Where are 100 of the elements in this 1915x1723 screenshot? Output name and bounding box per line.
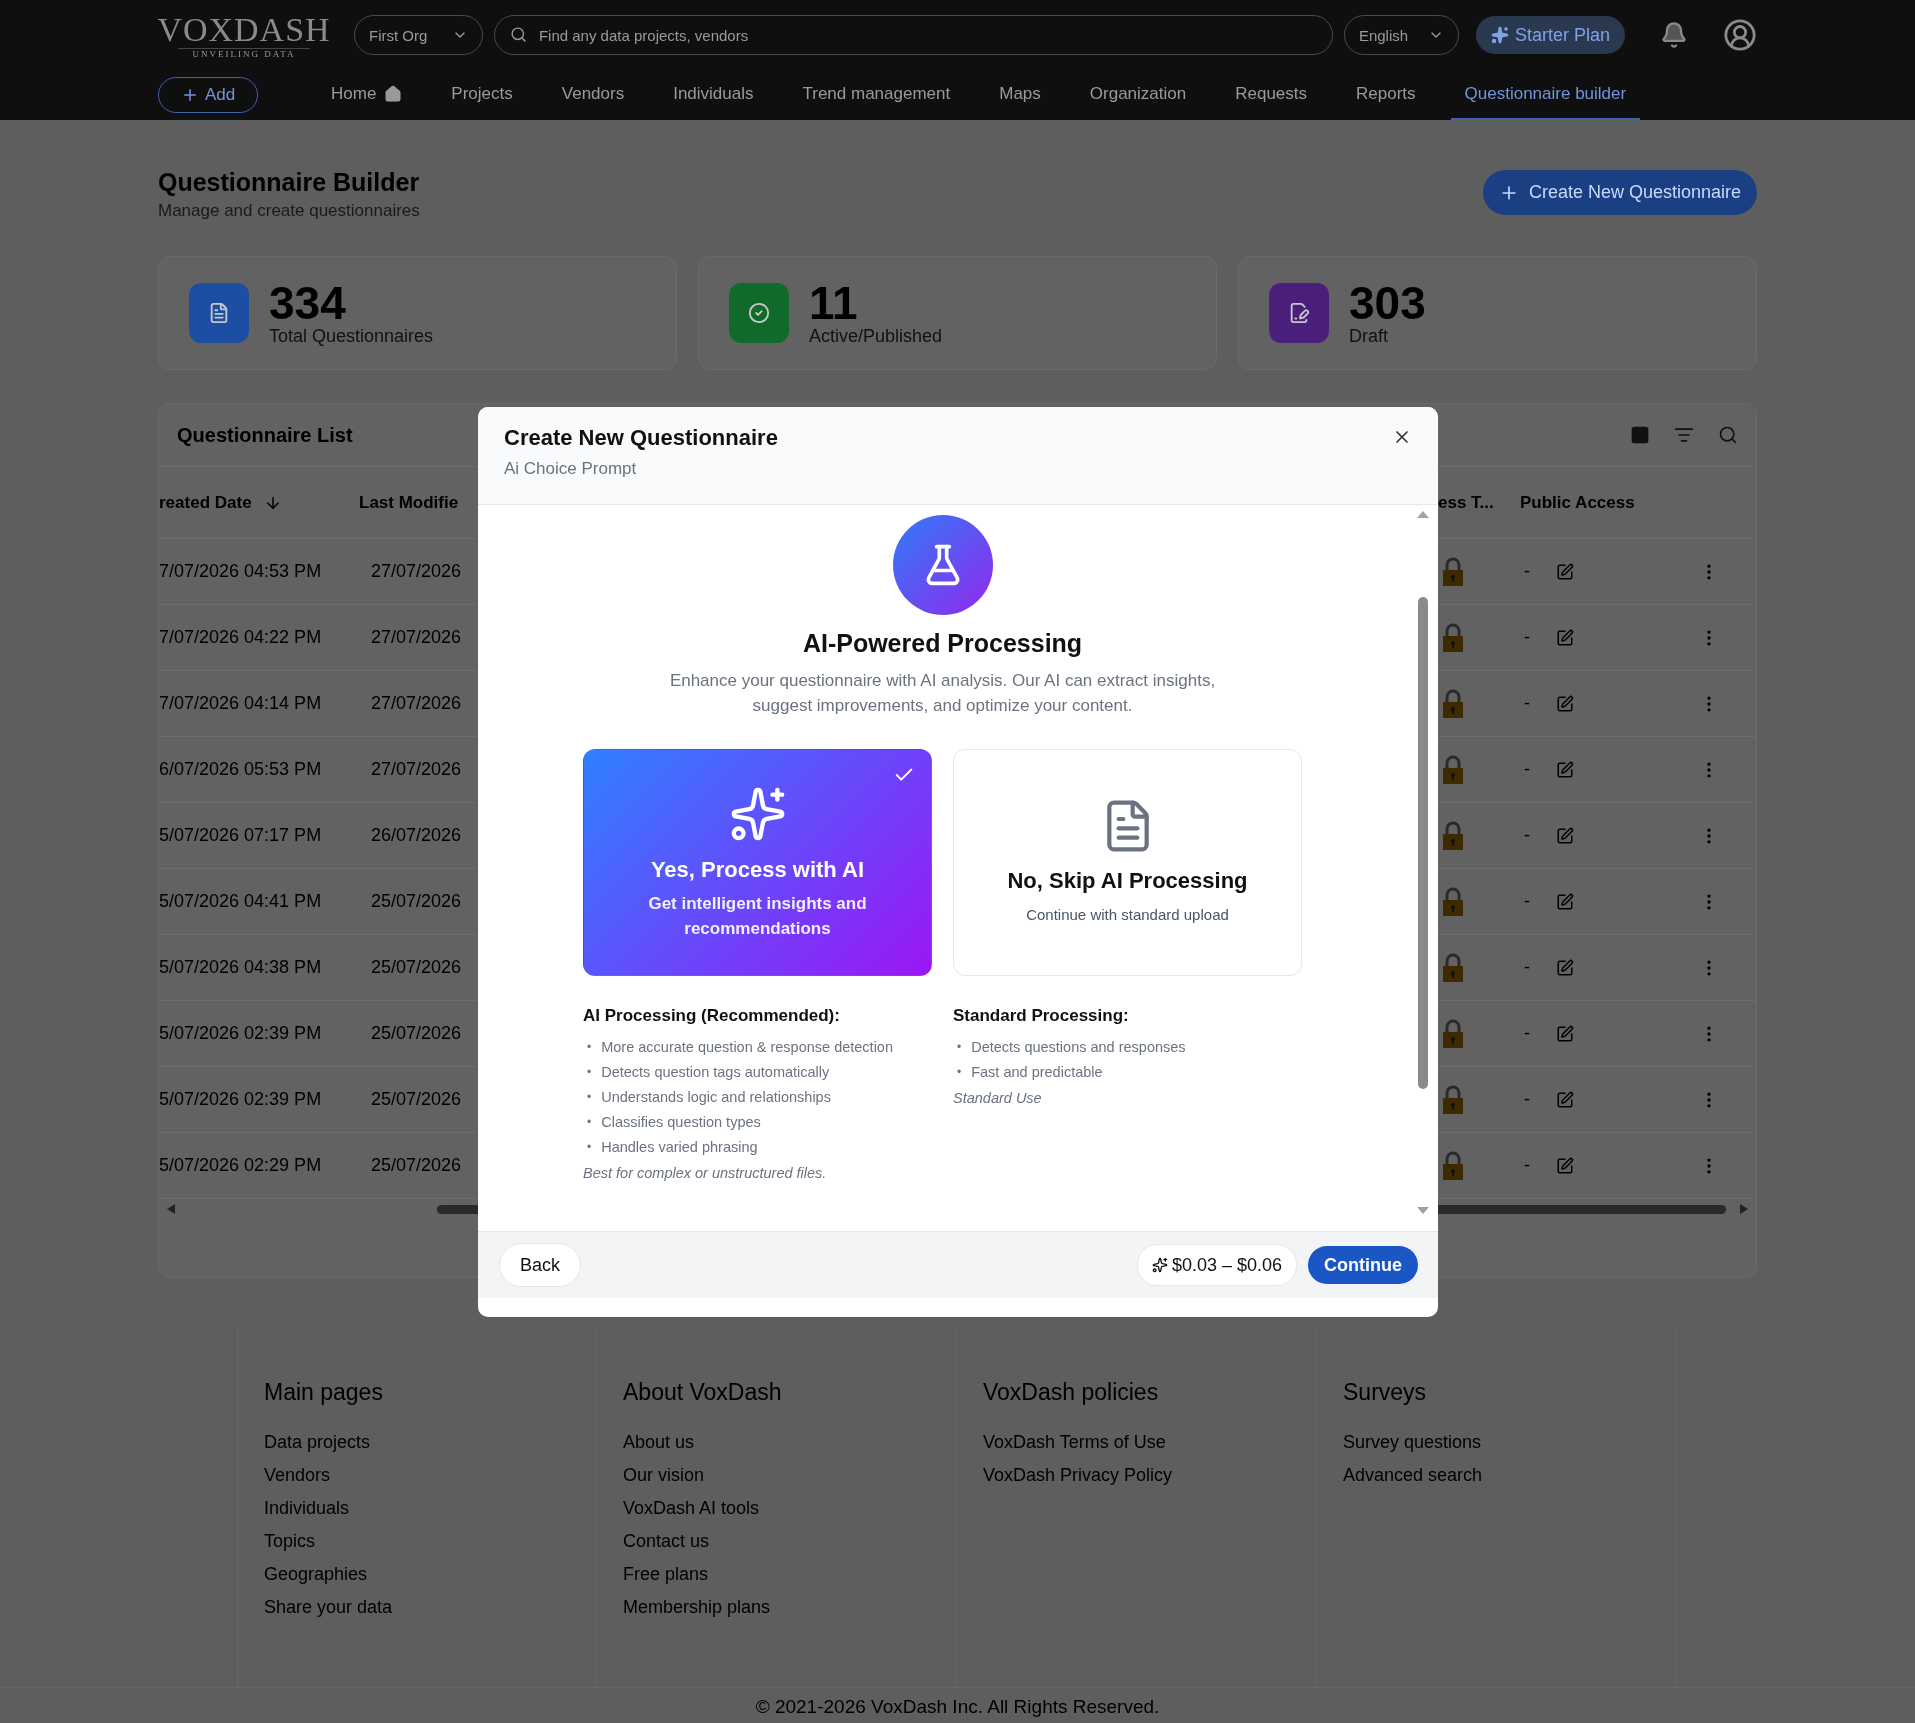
home-icon — [384, 85, 403, 103]
edit-icon[interactable] — [1556, 1090, 1574, 1109]
details-item: Classifies question types — [601, 1112, 761, 1131]
nav-link[interactable]: Home — [331, 70, 403, 120]
footer-link[interactable]: VoxDash AI tools — [623, 1492, 760, 1525]
footer-link[interactable]: Data projects — [264, 1426, 371, 1459]
footer-heading: Surveys — [1343, 1379, 1428, 1406]
footer-link[interactable]: Our vision — [623, 1459, 705, 1492]
nav-link[interactable]: Requests — [1235, 70, 1308, 120]
nav-link[interactable]: Individuals — [673, 70, 754, 120]
table-cell: 27/07/2026 — [371, 759, 462, 780]
lock-icon — [1442, 1150, 1464, 1181]
footer-link[interactable]: Vendors — [264, 1459, 331, 1492]
modal-description: Enhance your questionnaire with AI analysis. Our AI can extract insights, suggest improvements, and optimize your content. — [668, 670, 1217, 717]
edit-icon[interactable] — [1556, 1156, 1574, 1175]
logo-tagline: UNVEILING DATA — [178, 47, 310, 59]
edit-document-icon — [1288, 302, 1310, 324]
option-card[interactable]: No, Skip AI Processing Continue with standard upload — [953, 749, 1302, 976]
table-cell: - — [1524, 693, 1530, 714]
table-cell: 7/07/2026 04:22 PM — [159, 627, 322, 648]
modal-heading: AI-Powered Processing — [802, 629, 1083, 658]
footer-link[interactable]: Free plans — [623, 1558, 709, 1591]
continue-button[interactable]: Continue — [1308, 1246, 1418, 1284]
copyright-text: © 2021-2026 VoxDash Inc. All Rights Reserved. — [0, 1687, 1915, 1723]
table-cell: - — [1524, 1155, 1530, 1176]
details-item: Handles varied phrasing — [601, 1137, 758, 1156]
plan-button[interactable]: Starter Plan — [1475, 16, 1625, 54]
column-header[interactable]: Last Modifie — [359, 492, 459, 513]
edit-icon[interactable] — [1556, 958, 1574, 977]
check-circle-icon — [748, 302, 770, 324]
option-subtitle: Continue with standard upload — [1026, 905, 1229, 925]
lock-icon — [1442, 688, 1464, 719]
table-cell: 5/07/2026 02:39 PM — [159, 1089, 322, 1110]
edit-icon[interactable] — [1556, 760, 1574, 779]
bullet: • — [957, 1038, 962, 1055]
nav-link[interactable]: Maps — [999, 70, 1041, 120]
footer-link[interactable]: Geographies — [264, 1558, 368, 1591]
nav-link[interactable]: Vendors — [561, 70, 625, 120]
stat-label: Active/Published — [809, 325, 943, 347]
stat-value: 303 — [1349, 279, 1426, 326]
edit-icon[interactable] — [1556, 562, 1574, 581]
footer-link[interactable]: Individuals — [264, 1492, 350, 1525]
lock-icon — [1442, 886, 1464, 917]
footer-link[interactable]: Advanced search — [1343, 1459, 1483, 1492]
back-button[interactable]: Back — [499, 1243, 582, 1287]
page-title: Questionnaire Builder — [158, 167, 420, 198]
footer-link[interactable]: Topics — [264, 1525, 316, 1558]
footer-link[interactable]: Membership plans — [623, 1591, 771, 1624]
nav-link[interactable]: Questionnaire builder — [1450, 70, 1641, 120]
column-header[interactable]: Public Access — [1520, 492, 1635, 513]
details-heading: Standard Processing: — [953, 1006, 1130, 1026]
column-header[interactable]: ess T... — [1438, 492, 1494, 513]
lock-icon — [1442, 952, 1464, 983]
column-header[interactable]: reated Date — [159, 492, 252, 513]
table-cell: - — [1524, 561, 1530, 582]
search-icon[interactable] — [1718, 425, 1738, 445]
details-item: Understands logic and relationships — [601, 1087, 831, 1106]
details-item: Detects question tags automatically — [601, 1062, 830, 1081]
filter-icon[interactable] — [1674, 425, 1694, 445]
table-cell: 25/07/2026 — [371, 1155, 462, 1176]
table-cell: 25/07/2026 — [371, 957, 462, 978]
edit-icon[interactable] — [1556, 892, 1574, 911]
lock-icon — [1442, 1084, 1464, 1115]
document-icon — [208, 302, 230, 324]
edit-icon[interactable] — [1556, 1024, 1574, 1043]
footer-heading: VoxDash policies — [983, 1379, 1160, 1406]
table-cell: 6/07/2026 05:53 PM — [159, 759, 322, 780]
nav-link[interactable]: Organization — [1089, 70, 1187, 120]
create-questionnaire-button[interactable]: Create New Questionnaire — [1482, 170, 1757, 215]
price-text: $0.03 – $0.06 — [1171, 1254, 1282, 1276]
edit-icon[interactable] — [1556, 628, 1574, 647]
nav-link[interactable]: Reports — [1356, 70, 1416, 120]
table-cell: 5/07/2026 02:39 PM — [159, 1023, 322, 1044]
page-subtitle: Manage and create questionnaires — [158, 201, 420, 221]
footer-link[interactable]: VoxDash Terms of Use — [983, 1426, 1166, 1459]
footer-link[interactable]: About us — [623, 1426, 695, 1459]
account-icon[interactable] — [1723, 18, 1757, 52]
nav-link[interactable]: Projects — [451, 70, 513, 120]
table-title: Questionnaire List — [177, 423, 353, 447]
details-item: Fast and predictable — [971, 1062, 1103, 1081]
edit-icon[interactable] — [1556, 694, 1574, 713]
table-cell: - — [1524, 1023, 1530, 1044]
bullet: • — [587, 1038, 592, 1055]
edit-icon[interactable] — [1556, 826, 1574, 845]
details-item: More accurate question & response detection — [601, 1037, 893, 1056]
footer-link[interactable]: Share your data — [264, 1591, 393, 1624]
table-cell: 27/07/2026 — [371, 693, 462, 714]
footer-link[interactable]: VoxDash Privacy Policy — [983, 1459, 1173, 1492]
option-card[interactable]: Yes, Process with AI Get intelligent insights and recommendations — [583, 749, 932, 976]
table-cell: 7/07/2026 04:53 PM — [159, 561, 322, 582]
footer-link[interactable]: Survey questions — [1343, 1426, 1482, 1459]
nav-link[interactable]: Trend management — [802, 70, 951, 120]
search-field[interactable]: Find any data projects, vendors — [493, 15, 1333, 55]
notifications-icon[interactable] — [1660, 21, 1688, 49]
lock-icon — [1442, 622, 1464, 653]
table-cell: - — [1524, 957, 1530, 978]
footer-heading: About VoxDash — [623, 1379, 783, 1406]
footer-link[interactable]: Contact us — [623, 1525, 710, 1558]
details-heading: AI Processing (Recommended): — [583, 1006, 841, 1026]
lock-icon — [1442, 1018, 1464, 1049]
